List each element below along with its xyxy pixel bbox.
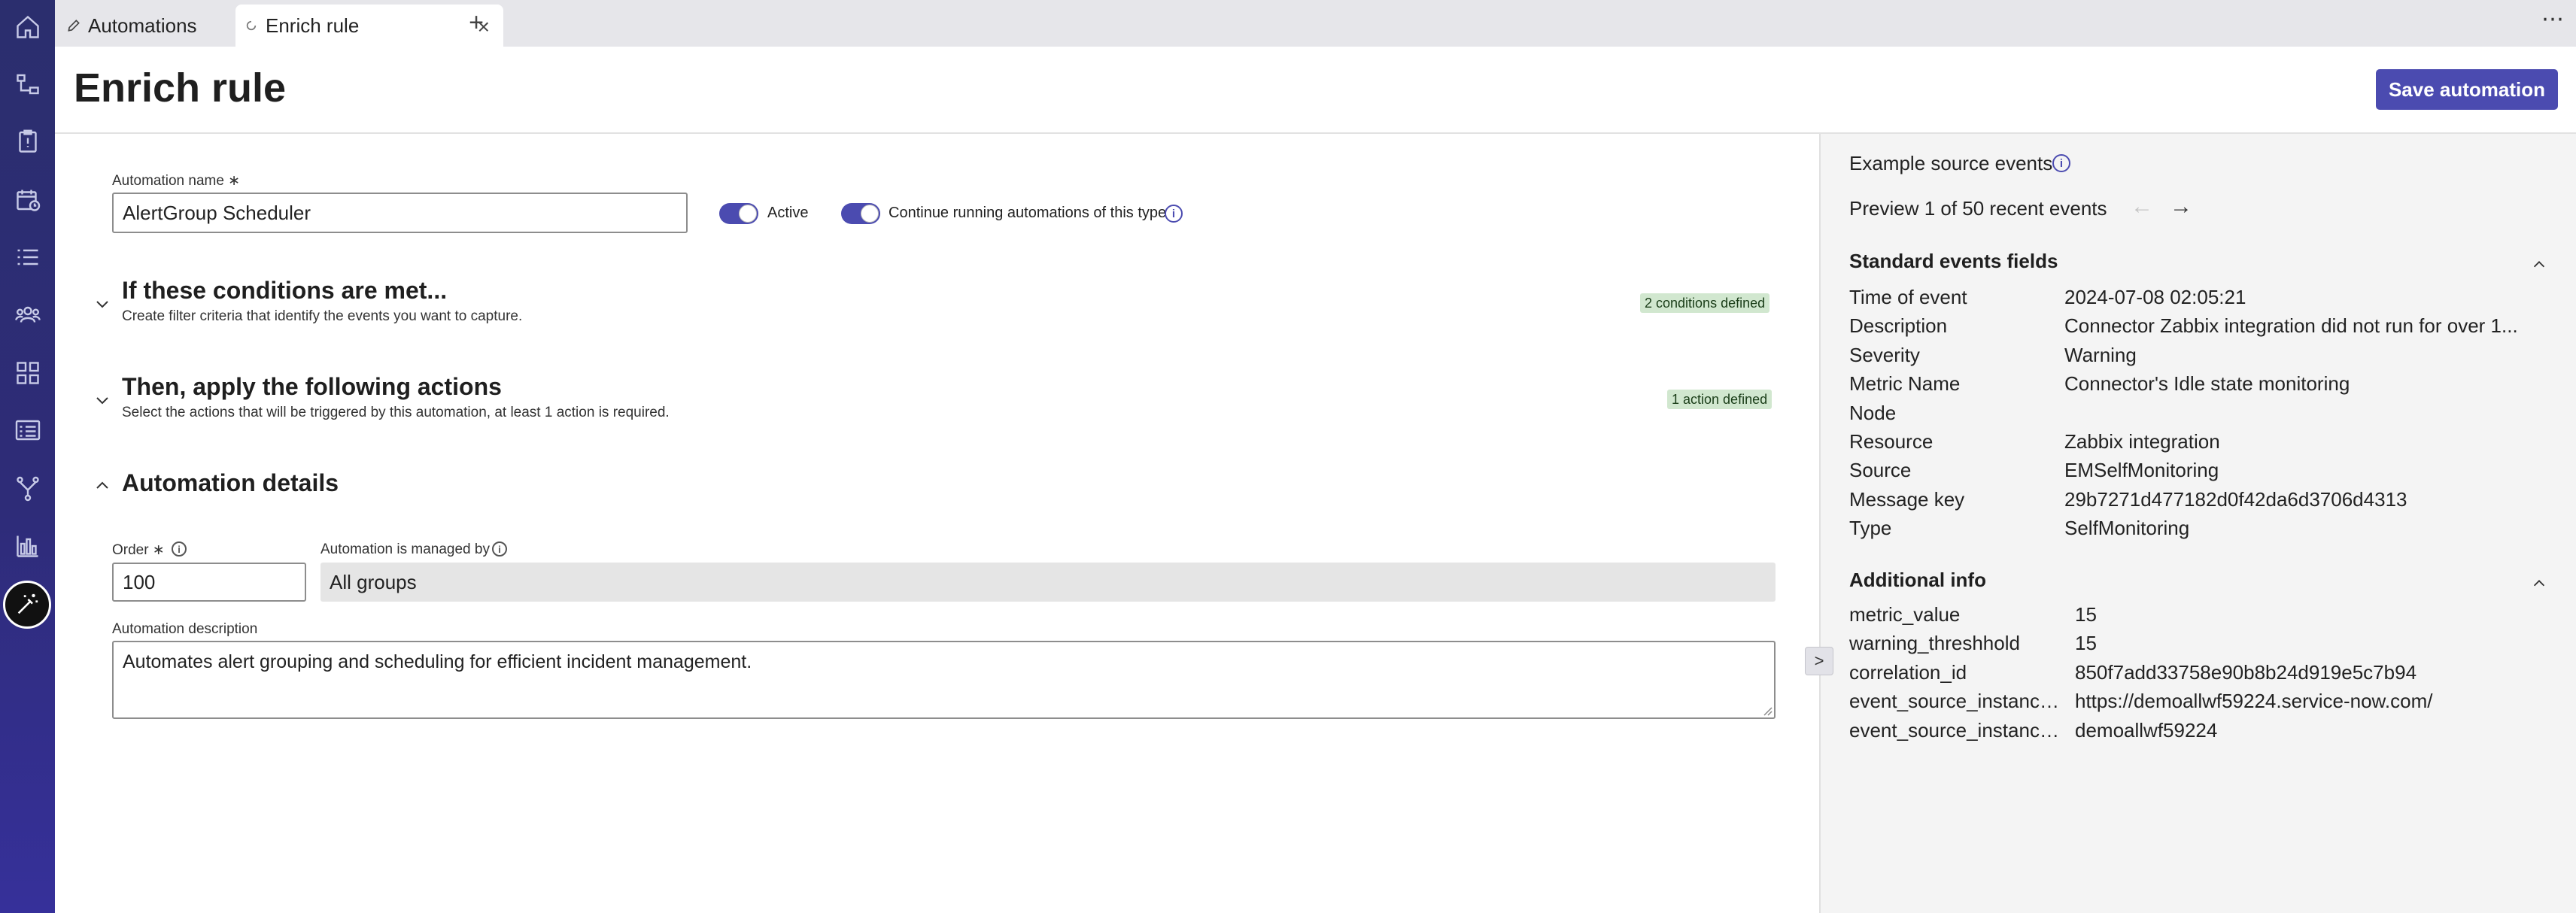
active-label: Active (767, 205, 809, 221)
field-key: Description (1849, 314, 1948, 338)
chevron-up-icon[interactable] (92, 475, 113, 496)
field-value: 850f7add33758e90b8b24d919e5c7b94 (2075, 660, 2417, 684)
description-label: Automation description (112, 621, 258, 637)
add-tab-button[interactable]: + (461, 8, 491, 38)
grid-icon[interactable] (0, 352, 55, 394)
preview-title: Example source events (1849, 152, 2053, 174)
users-icon[interactable] (0, 293, 55, 335)
field-key: Severity (1849, 343, 1920, 366)
tab-label: Enrich rule (266, 14, 360, 37)
field-key: Metric Name (1849, 372, 1961, 396)
list-icon[interactable] (0, 236, 55, 278)
managed-by-field: All groups (320, 563, 1776, 602)
conditions-count-badge: 2 conditions defined (1640, 293, 1770, 313)
info-icon[interactable]: i (172, 541, 187, 557)
actions-section-subtitle: Select the actions that will be triggere… (122, 405, 670, 420)
save-automation-button[interactable]: Save automation (2376, 69, 2558, 110)
description-text: Automates alert grouping and scheduling … (123, 651, 752, 672)
field-key: event_source_instance... (1849, 690, 2063, 713)
continue-running-label: Continue running automations of this typ… (889, 205, 1167, 221)
arrow-left-icon[interactable]: ← (2131, 194, 2153, 220)
field-value: https://demoallwf59224.service-now.com/ (2075, 690, 2433, 713)
field-value: Connector Zabbix integration did not run… (2064, 314, 2518, 338)
details-section-title[interactable]: Automation details (122, 469, 339, 497)
tab-label: Automations (88, 14, 197, 37)
calendar-icon[interactable] (0, 179, 55, 221)
workflow-icon[interactable] (0, 63, 55, 105)
field-key: event_source_instance... (1849, 718, 2063, 742)
field-key: Time of event (1849, 286, 1967, 308)
field-key: Source (1849, 459, 1912, 482)
home-icon[interactable] (0, 6, 55, 48)
field-value: demoallwf59224 (2075, 718, 2218, 742)
field-key: metric_value (1849, 603, 1961, 626)
required-mark: ∗ (228, 173, 241, 189)
actions-section-title[interactable]: Then, apply the following actions (122, 373, 502, 401)
more-menu-icon[interactable]: ⋯ (2541, 6, 2564, 32)
field-value: Zabbix integration (2064, 430, 2220, 453)
page-title: Enrich rule (74, 65, 287, 111)
field-value: 15 (2075, 603, 2097, 626)
field-key: Node (1849, 401, 1897, 424)
managed-by-label: Automation is managed by (320, 541, 490, 557)
bar-chart-icon[interactable] (0, 525, 55, 567)
required-mark: ∗ (152, 542, 165, 558)
magic-wand-icon[interactable] (3, 581, 51, 629)
field-value: SelfMonitoring (2064, 517, 2190, 540)
tab-bar: Automations Enrich rule × + ⋯ (55, 0, 2576, 47)
additional-info-title[interactable]: Additional info (1849, 569, 1986, 592)
chevron-down-icon[interactable] (92, 390, 113, 411)
table-list-icon[interactable] (0, 409, 55, 451)
field-value: 2024-07-08 02:05:21 (2064, 286, 2246, 308)
conditions-section-subtitle: Create filter criteria that identify the… (122, 308, 523, 324)
clipboard-icon[interactable] (0, 120, 55, 162)
field-value: Connector's Idle state monitoring (2064, 372, 2350, 396)
order-label: Order ∗ (112, 542, 165, 558)
arrow-right-icon[interactable]: → (2170, 194, 2192, 220)
chevron-up-icon[interactable] (2528, 256, 2550, 274)
conditions-section-title[interactable]: If these conditions are met... (122, 277, 447, 305)
field-value: EMSelfMonitoring (2064, 459, 2219, 482)
field-key: Type (1849, 517, 1892, 540)
standard-fields-title[interactable]: Standard events fields (1849, 250, 2058, 273)
active-toggle[interactable] (719, 203, 758, 224)
nav-rail (0, 0, 55, 913)
resize-handle-icon[interactable] (1762, 705, 1773, 716)
field-key: Message key (1849, 487, 1965, 511)
preview-counter: Preview 1 of 50 recent events (1849, 197, 2107, 220)
info-icon[interactable]: i (2052, 154, 2070, 172)
info-icon[interactable]: i (1165, 205, 1183, 223)
field-key: Resource (1849, 430, 1934, 453)
order-input[interactable]: 100 (112, 563, 306, 602)
description-textarea[interactable]: Automates alert grouping and scheduling … (112, 641, 1776, 719)
automation-name-label: Automation name ∗ (112, 173, 241, 189)
field-value: Warning (2064, 343, 2137, 366)
tab-automations[interactable]: Automations (65, 5, 235, 47)
loading-icon (243, 17, 260, 34)
collapse-panel-button[interactable]: > (1805, 647, 1833, 675)
pencil-icon (65, 17, 82, 34)
field-value: 15 (2075, 632, 2097, 655)
chevron-down-icon[interactable] (92, 293, 113, 314)
field-key: correlation_id (1849, 660, 1967, 684)
branch-icon[interactable] (0, 468, 55, 510)
actions-count-badge: 1 action defined (1667, 390, 1773, 409)
chevron-up-icon[interactable] (2528, 575, 2550, 593)
info-icon[interactable]: i (492, 541, 507, 557)
field-value: 29b7271d477182d0f42da6d3706d4313 (2064, 487, 2407, 511)
continue-running-toggle[interactable] (841, 203, 880, 224)
automation-name-input[interactable]: AlertGroup Scheduler (112, 193, 688, 233)
field-key: warning_threshhold (1849, 632, 2020, 655)
